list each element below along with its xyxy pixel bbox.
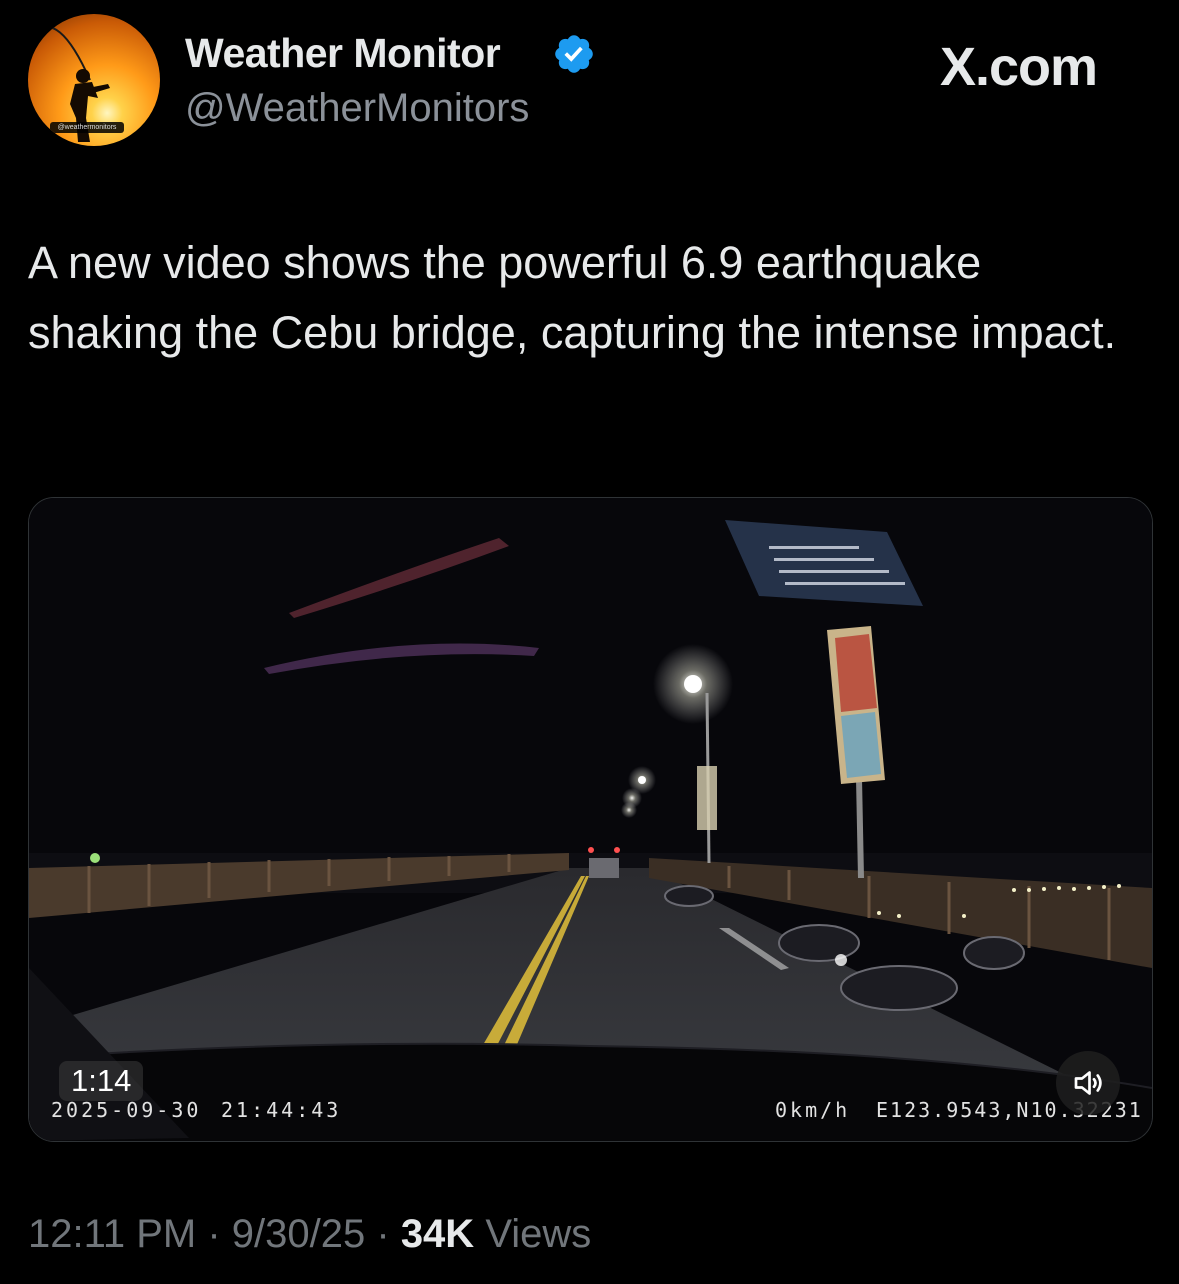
tweet-metadata: 12:11 PM · 9/30/25 · 34K Views [28,1212,591,1257]
dashcam-time: 21:44:43 [221,1098,342,1122]
meta-separator: · [196,1212,232,1256]
speaker-icon [1074,1071,1102,1095]
views-count[interactable]: 34K [401,1212,474,1256]
volume-button[interactable] [1056,1051,1120,1115]
verified-badge-icon [555,35,593,73]
tweet-text: A new video shows the powerful 6.9 earth… [28,237,1117,358]
x-logo-watermark: X.com [940,37,1098,97]
tweet-time[interactable]: 12:11 PM [28,1212,196,1256]
tweet-date[interactable]: 9/30/25 [232,1212,365,1256]
author-handle[interactable]: @WeatherMonitors [185,86,529,131]
views-label: Views [485,1212,592,1256]
avatar-caption: @weathermonitors [50,122,124,133]
dashcam-date: 2025-09-30 [51,1098,202,1122]
author-avatar[interactable]: @weathermonitors [28,14,160,146]
video-duration-badge: 1:14 [59,1061,144,1101]
dashcam-bridge-scene [29,498,1152,1141]
dashcam-speed: 0km/h [775,1098,851,1122]
video-player[interactable]: 1:14 2025-09-30 21:44:43 0km/h E123.9543… [28,497,1153,1142]
author-display-name[interactable]: Weather Monitor [185,30,501,77]
meta-separator: · [365,1212,401,1256]
